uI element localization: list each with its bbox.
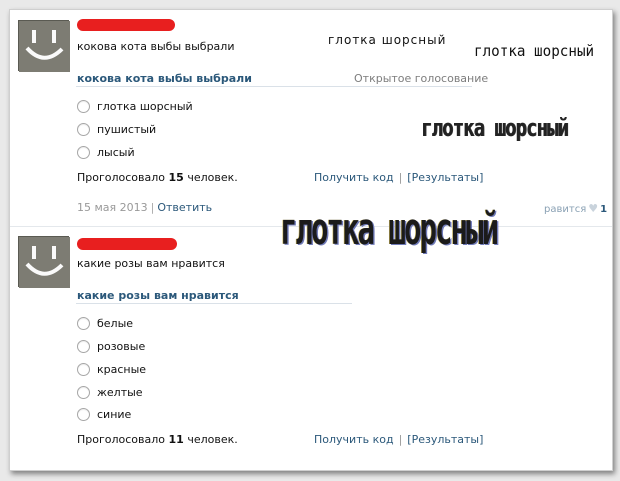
get-code-link[interactable]: Получить код [314, 171, 394, 184]
poll-divider [76, 303, 352, 304]
radio-button[interactable] [77, 339, 90, 353]
author-name-redacted[interactable] [77, 19, 175, 31]
post-meta: 15 мая 2013 | Ответить [77, 201, 213, 214]
post-text: какие розы вам нравится [77, 257, 225, 270]
poll-option[interactable]: глотка шорсный [77, 98, 193, 114]
poll-option[interactable]: пушистый [77, 121, 156, 137]
avatar[interactable] [18, 20, 70, 72]
radio-button[interactable] [77, 316, 90, 330]
like-label: равится [544, 204, 587, 215]
poll-option[interactable]: красные [77, 361, 146, 377]
smiley-face-icon [19, 237, 70, 288]
results-link[interactable]: [Результаты] [407, 433, 483, 446]
poll-option[interactable]: синие [77, 406, 131, 422]
radio-button[interactable] [77, 122, 90, 136]
avatar[interactable] [18, 236, 70, 288]
like-count: 1 [600, 204, 608, 215]
poll-divider [76, 86, 472, 87]
overlay-caption: глотка шорсный [280, 204, 499, 255]
like-button[interactable]: равится ♥ 1 [544, 202, 607, 215]
overlay-caption: глотка шорсный [474, 42, 595, 60]
results-link[interactable]: [Результаты] [407, 171, 483, 184]
post-date[interactable]: 15 мая 2013 [77, 201, 148, 214]
poll-title: какие розы вам нравится [77, 289, 239, 302]
radio-button[interactable] [77, 362, 90, 376]
get-code-link[interactable]: Получить код [314, 433, 394, 446]
vote-count: Проголосовало 11 человек. [77, 433, 238, 446]
option-label: белые [97, 316, 134, 330]
option-label: желтые [97, 385, 143, 399]
reply-link[interactable]: Ответить [157, 201, 212, 214]
radio-button[interactable] [77, 99, 90, 113]
radio-button[interactable] [77, 385, 90, 399]
poll-option[interactable]: желтые [77, 384, 143, 400]
overlay-caption: глотка шорсный [328, 33, 447, 47]
post-text: кокова кота выбы выбрали [77, 40, 235, 53]
vote-count: Проголосовало 15 человек. [77, 171, 238, 184]
poll-links: Получить код | [Результаты] [314, 433, 484, 446]
poll-option[interactable]: лысый [77, 144, 135, 160]
poll-links: Получить код | [Результаты] [314, 171, 484, 184]
option-label: розовые [97, 339, 146, 353]
option-label: глотка шорсный [97, 99, 193, 113]
poll-title: кокова кота выбы выбрали [77, 72, 252, 85]
poll-option[interactable]: розовые [77, 338, 145, 354]
heart-icon: ♥ [588, 202, 599, 215]
author-name-redacted[interactable] [77, 238, 177, 250]
poll-type-label: Открытое голосование [354, 72, 489, 85]
screenshot-frame: кокова кота выбы выбрали кокова кота выб… [9, 9, 613, 471]
option-label: синие [97, 407, 132, 421]
overlay-caption: глотка шорсный [421, 114, 569, 142]
option-label: красные [97, 362, 147, 376]
smiley-face-icon [19, 21, 70, 72]
option-label: пушистый [97, 122, 157, 136]
option-label: лысый [97, 145, 135, 159]
poll-option[interactable]: белые [77, 315, 133, 331]
radio-button[interactable] [77, 407, 90, 421]
radio-button[interactable] [77, 145, 90, 159]
